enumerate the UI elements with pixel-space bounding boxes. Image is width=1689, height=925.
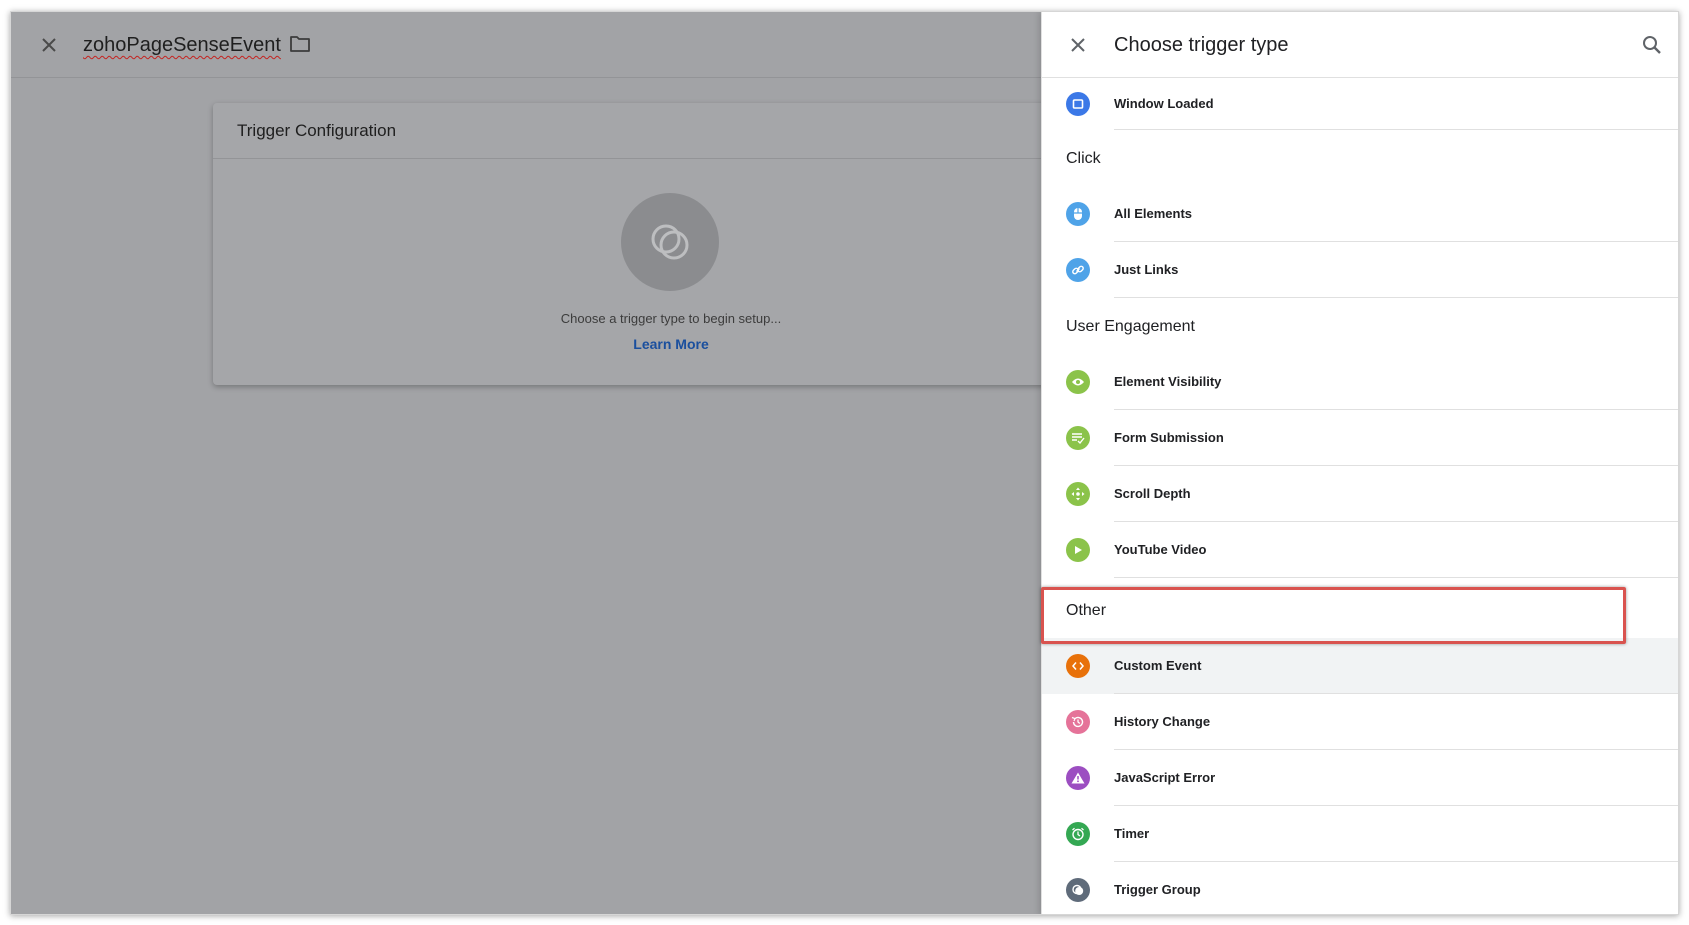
trigger-option-trigger-group[interactable]: Trigger Group bbox=[1042, 862, 1678, 914]
trigger-option-javascript-error[interactable]: JavaScript Error bbox=[1042, 750, 1678, 806]
link-icon bbox=[1066, 258, 1090, 282]
trigger-name-field[interactable]: zohoPageSenseEvent bbox=[83, 31, 281, 59]
section-other: Other bbox=[1042, 578, 1678, 638]
trigger-option-label: Trigger Group bbox=[1114, 882, 1201, 897]
history-icon bbox=[1066, 710, 1090, 734]
trigger-option-element-visibility[interactable]: Element Visibility bbox=[1042, 354, 1678, 410]
trigger-option-label: Just Links bbox=[1114, 262, 1179, 277]
trigger-option-youtube-video[interactable]: YouTube Video bbox=[1042, 522, 1678, 578]
warning-icon bbox=[1066, 766, 1090, 790]
section-label: User Engagement bbox=[1066, 318, 1195, 335]
panel-title: Choose trigger type bbox=[1114, 34, 1289, 56]
section-label: Click bbox=[1066, 150, 1101, 167]
learn-more-link[interactable]: Learn More bbox=[213, 336, 1129, 352]
trigger-option-label: History Change bbox=[1114, 714, 1211, 729]
trigger-group-icon bbox=[1066, 878, 1090, 902]
trigger-option-label: Window Loaded bbox=[1114, 96, 1214, 111]
play-icon bbox=[1066, 538, 1090, 562]
placeholder-text: Choose a trigger type to begin setup... bbox=[560, 311, 782, 326]
section-user-engagement: User Engagement bbox=[1042, 298, 1678, 354]
trigger-option-label: Custom Event bbox=[1114, 658, 1202, 673]
trigger-option-timer[interactable]: Timer bbox=[1042, 806, 1678, 862]
eye-icon bbox=[1066, 370, 1090, 394]
scroll-icon bbox=[1066, 482, 1090, 506]
trigger-option-scroll-depth[interactable]: Scroll Depth bbox=[1042, 466, 1678, 522]
trigger-type-list: Window Loaded Click All Elements Just Li… bbox=[1042, 78, 1678, 914]
trigger-editor: zohoPageSenseEvent Trigger Configuration… bbox=[11, 12, 1063, 914]
close-panel-icon[interactable] bbox=[1064, 31, 1092, 59]
editor-header: zohoPageSenseEvent bbox=[11, 12, 1041, 78]
trigger-option-window-loaded[interactable]: Window Loaded bbox=[1042, 78, 1678, 130]
trigger-option-label: YouTube Video bbox=[1114, 542, 1207, 557]
trigger-configuration-card: Trigger Configuration Choose a trigger t… bbox=[213, 103, 1063, 385]
trigger-option-all-elements[interactable]: All Elements bbox=[1042, 186, 1678, 242]
window-icon bbox=[1066, 92, 1090, 116]
trigger-type-panel: Choose trigger type Window Loaded Click bbox=[1041, 12, 1678, 914]
panel-header: Choose trigger type bbox=[1042, 12, 1678, 78]
trigger-option-label: Timer bbox=[1114, 826, 1150, 841]
trigger-option-label: All Elements bbox=[1114, 206, 1193, 221]
form-icon bbox=[1066, 426, 1090, 450]
section-click: Click bbox=[1042, 130, 1678, 186]
trigger-option-just-links[interactable]: Just Links bbox=[1042, 242, 1678, 298]
folder-icon[interactable] bbox=[289, 34, 315, 56]
card-title: Trigger Configuration bbox=[237, 120, 397, 140]
choose-trigger-placeholder-icon[interactable] bbox=[621, 193, 719, 291]
app-window: zohoPageSenseEvent Trigger Configuration… bbox=[10, 11, 1679, 915]
search-icon[interactable] bbox=[1638, 31, 1666, 59]
trigger-option-custom-event[interactable]: Custom Event bbox=[1042, 638, 1678, 694]
trigger-option-label: Form Submission bbox=[1114, 430, 1224, 445]
section-label: Other bbox=[1066, 602, 1107, 619]
trigger-option-label: Element Visibility bbox=[1114, 374, 1222, 389]
mouse-icon bbox=[1066, 202, 1090, 226]
timer-icon bbox=[1066, 822, 1090, 846]
trigger-option-history-change[interactable]: History Change bbox=[1042, 694, 1678, 750]
trigger-option-form-submission[interactable]: Form Submission bbox=[1042, 410, 1678, 466]
close-icon[interactable] bbox=[35, 31, 63, 59]
trigger-option-label: Scroll Depth bbox=[1114, 486, 1191, 501]
trigger-option-label: JavaScript Error bbox=[1114, 770, 1216, 785]
card-header: Trigger Configuration bbox=[213, 103, 1063, 159]
code-icon bbox=[1066, 654, 1090, 678]
